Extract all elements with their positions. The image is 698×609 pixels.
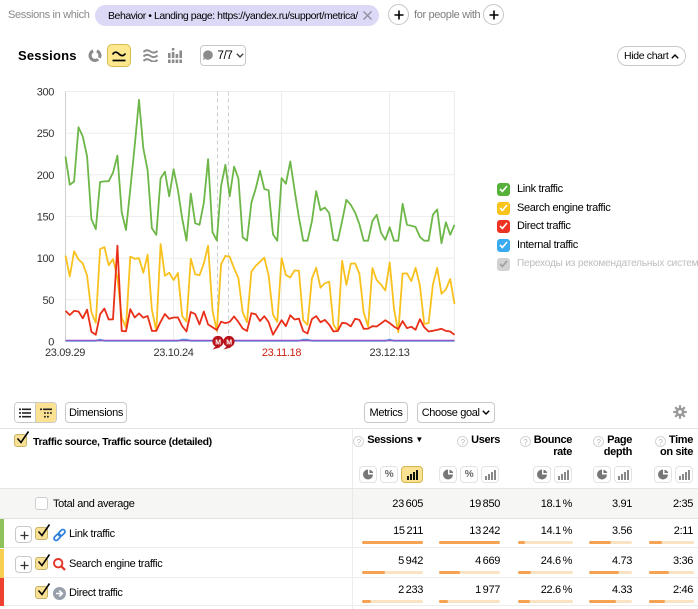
- svg-text:250: 250: [37, 128, 55, 140]
- svg-text:М: М: [215, 340, 221, 347]
- svg-text:М: М: [226, 340, 232, 347]
- svg-text:200: 200: [37, 170, 55, 182]
- svg-text:300: 300: [37, 87, 55, 99]
- svg-text:50: 50: [42, 295, 54, 307]
- svg-text:150: 150: [37, 212, 55, 224]
- svg-text:23.09.29: 23.09.29: [45, 347, 85, 359]
- svg-text:23.10.24: 23.10.24: [153, 347, 193, 359]
- svg-text:23.12.13: 23.12.13: [369, 347, 409, 359]
- svg-text:100: 100: [37, 253, 55, 265]
- svg-text:23.11.18: 23.11.18: [262, 347, 301, 359]
